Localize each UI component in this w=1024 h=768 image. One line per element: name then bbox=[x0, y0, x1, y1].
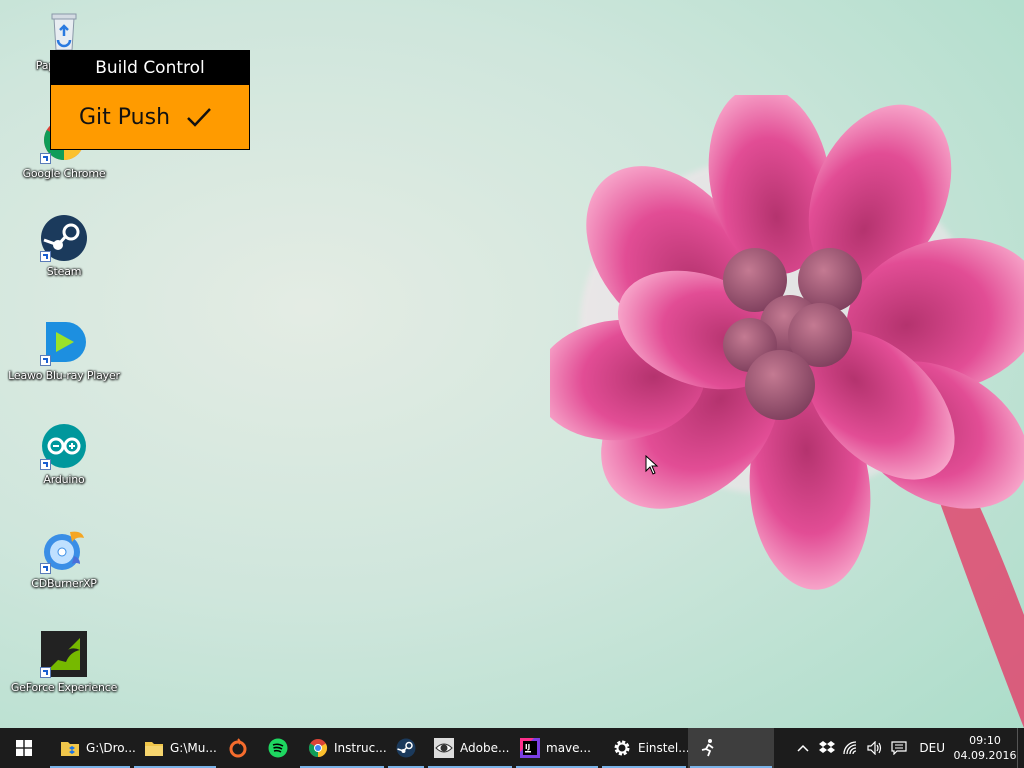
desktop-icon-steam[interactable]: Steam bbox=[4, 214, 124, 278]
settings-gear-icon bbox=[614, 740, 630, 756]
taskbar-item-adobe[interactable]: Adobe... bbox=[426, 728, 514, 768]
start-button[interactable] bbox=[0, 728, 48, 768]
system-tray: DEU 09:10 04.09.2016 bbox=[791, 728, 1024, 768]
folder-icon bbox=[145, 742, 163, 756]
shortcut-arrow-icon bbox=[40, 667, 51, 678]
taskbar-item-steam[interactable] bbox=[386, 728, 426, 768]
taskbar-item-label: G:\Dro... bbox=[86, 741, 136, 755]
tray-dropbox[interactable] bbox=[815, 728, 839, 768]
taskbar-item-spotify[interactable] bbox=[258, 728, 298, 768]
svg-text:IJ: IJ bbox=[525, 743, 530, 751]
tray-overflow-button[interactable] bbox=[791, 728, 815, 768]
clock-date: 04.09.2016 bbox=[953, 749, 1017, 762]
shortcut-arrow-icon bbox=[40, 563, 51, 574]
desktop-icon-label: Google Chrome bbox=[22, 167, 106, 180]
chrome-icon bbox=[308, 739, 328, 757]
desktop-icon-label: Leawo Blu-ray Player bbox=[8, 369, 120, 382]
windows-logo-icon bbox=[16, 740, 32, 756]
taskbar: G:\Dro... G:\Mu... Instruc... Adobe... I… bbox=[0, 728, 1024, 768]
tray-clock[interactable]: 09:10 04.09.2016 bbox=[953, 733, 1017, 763]
tray-language[interactable]: DEU bbox=[911, 728, 953, 768]
spotify-icon bbox=[268, 738, 288, 758]
desktop-icon-label: Arduino bbox=[43, 473, 85, 486]
steam-icon bbox=[396, 738, 416, 758]
desktop-icon-geforce[interactable]: GeForce Experience bbox=[4, 630, 124, 694]
adobe-eye-icon bbox=[434, 738, 454, 758]
origin-icon bbox=[229, 738, 247, 758]
recycle-bin-icon bbox=[51, 13, 77, 51]
git-push-label: Git Push bbox=[79, 104, 171, 130]
wifi-icon bbox=[843, 741, 857, 755]
shortcut-arrow-icon bbox=[40, 153, 51, 164]
desktop-icon-label: GeForce Experience bbox=[10, 681, 118, 694]
checkmark-icon bbox=[187, 108, 211, 127]
git-push-button[interactable]: Git Push bbox=[51, 85, 249, 149]
taskbar-item-label: Einstel... bbox=[638, 741, 690, 755]
taskbar-item-chrome[interactable]: Instruc... bbox=[298, 728, 387, 768]
taskbar-item-label: Adobe... bbox=[460, 741, 510, 755]
intellij-icon: IJ bbox=[520, 738, 540, 758]
tray-volume[interactable] bbox=[863, 728, 887, 768]
show-desktop-button[interactable] bbox=[1017, 728, 1024, 768]
desktop-icon-arduino[interactable]: Arduino bbox=[4, 422, 124, 486]
dropbox-folder-icon bbox=[61, 742, 79, 756]
taskbar-item-label: G:\Mu... bbox=[170, 741, 217, 755]
taskbar-item-dropbox-folder[interactable]: G:\Dro... bbox=[48, 728, 136, 768]
taskbar-item-origin[interactable] bbox=[218, 728, 258, 768]
taskbar-item-runner-app[interactable] bbox=[688, 728, 774, 768]
dropbox-icon bbox=[819, 741, 836, 753]
desktop-icon-label: CDBurnerXP bbox=[31, 577, 97, 590]
chevron-up-icon bbox=[797, 744, 809, 752]
taskbar-item-label: Instruc... bbox=[334, 741, 387, 755]
shortcut-arrow-icon bbox=[40, 355, 51, 366]
shortcut-arrow-icon bbox=[40, 251, 51, 262]
shortcut-arrow-icon bbox=[40, 459, 51, 470]
desktop-icon-label: Steam bbox=[46, 265, 82, 278]
runner-app-icon bbox=[701, 739, 714, 757]
wallpaper-flower bbox=[550, 95, 1024, 728]
taskbar-item-music-folder[interactable]: G:\Mu... bbox=[132, 728, 218, 768]
desktop-icon-cdburnerxp[interactable]: CDBurnerXP bbox=[4, 526, 124, 590]
clock-time: 09:10 bbox=[969, 734, 1001, 747]
desktop: Papierkorb Google Chrome Steam bbox=[0, 0, 1024, 728]
taskbar-item-settings[interactable]: Einstel... bbox=[600, 728, 690, 768]
tray-network[interactable] bbox=[839, 728, 863, 768]
mouse-cursor-icon bbox=[645, 455, 659, 475]
tray-action-center[interactable] bbox=[887, 728, 911, 768]
notification-icon bbox=[891, 741, 907, 755]
speaker-icon bbox=[867, 741, 882, 755]
build-control-title: Build Control bbox=[51, 51, 249, 85]
taskbar-item-label: mave... bbox=[546, 741, 591, 755]
taskbar-item-intellij[interactable]: IJ mave... bbox=[514, 728, 600, 768]
build-control-widget: Build Control Git Push bbox=[50, 50, 250, 150]
desktop-icon-leawo[interactable]: Leawo Blu-ray Player bbox=[4, 318, 124, 382]
